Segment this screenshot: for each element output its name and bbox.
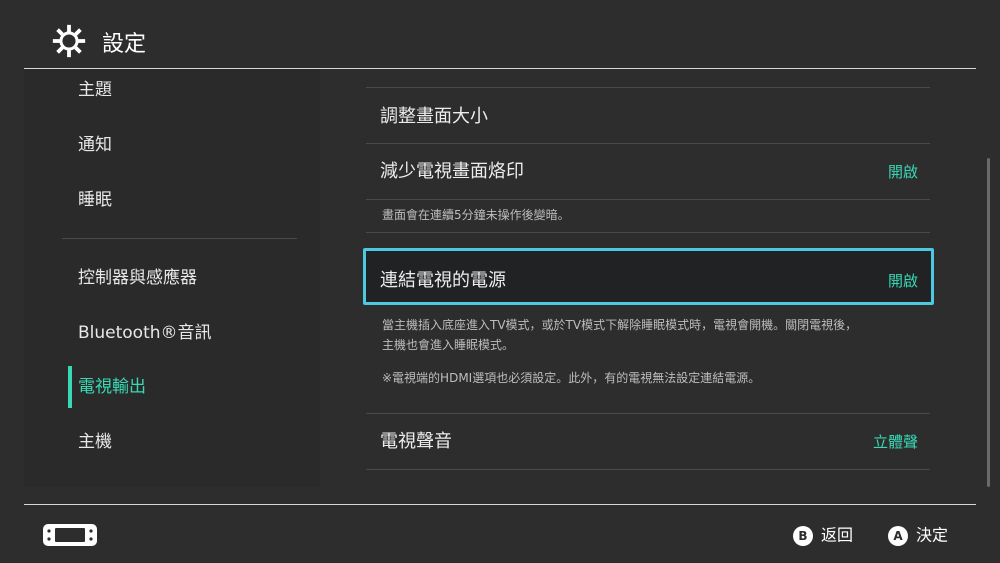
setting-row-value: 立體聲 [872,433,918,451]
page-title: 設定 [102,32,147,57]
sidebar: 主題 通知 睡眠 控制器與感應器 Bluetooth®音訊 電視輸出 主機 [24,69,320,487]
sidebar-active-indicator [68,366,72,408]
settings-list: ━━━━ 調整畫面大小 減少電視畫面烙印 開啟 畫面會在連續5分鐘未操作後變暗。… [320,69,976,487]
sidebar-item-notifications[interactable]: 通知 [78,130,112,160]
row-divider [366,232,930,233]
confirm-button[interactable]: A 決定 [888,524,948,546]
sidebar-item-bluetooth-audio[interactable]: Bluetooth®音訊 [78,318,212,348]
setting-row-value: 開啟 [887,163,918,181]
row-divider [366,413,930,414]
setting-description-line: 當主機插入底座進入TV模式，或於TV模式下解除睡眠模式時，電視會開機。關閉電視後… [382,318,858,332]
setting-row-label: 減少電視畫面烙印 [380,161,524,182]
sidebar-item-sleep[interactable]: 睡眠 [78,185,112,215]
back-button[interactable]: B 返回 [793,524,853,546]
setting-description: 畫面會在連續5分鐘未操作後變暗。 [382,208,570,222]
setting-row-label: 連結電視的電源 [380,270,506,291]
header-bar: 設定 [0,0,1000,68]
sidebar-divider [62,238,297,239]
scrollbar[interactable] [987,158,990,487]
setting-note: ※電視端的HDMI選項也必須設定。此外，有的電視無法設定連結電源。 [382,371,761,385]
setting-description-line: 主機也會進入睡眠模式。 [382,338,515,352]
footer-divider [24,504,976,505]
setting-row-label: 調整畫面大小 [380,106,488,127]
setting-row-label: 電視聲音 [380,431,452,452]
b-button-icon: B [793,525,813,546]
confirm-label: 決定 [916,525,949,545]
row-divider [366,87,930,88]
scrolled-row-fragment: ━━━━ [380,69,423,76]
row-divider [366,469,930,470]
sidebar-item-tv-output[interactable]: 電視輸出 [78,372,146,402]
gear-icon [52,24,86,58]
console-icon [43,524,97,546]
a-button-icon: A [888,525,908,546]
sidebar-item-theme[interactable]: 主題 [78,75,112,105]
sidebar-item-system[interactable]: 主機 [78,427,112,457]
row-divider [366,143,930,144]
back-label: 返回 [821,525,854,545]
sidebar-item-controllers[interactable]: 控制器與感應器 [78,263,197,293]
setting-row-value: 開啟 [887,272,918,290]
row-divider [366,199,930,200]
